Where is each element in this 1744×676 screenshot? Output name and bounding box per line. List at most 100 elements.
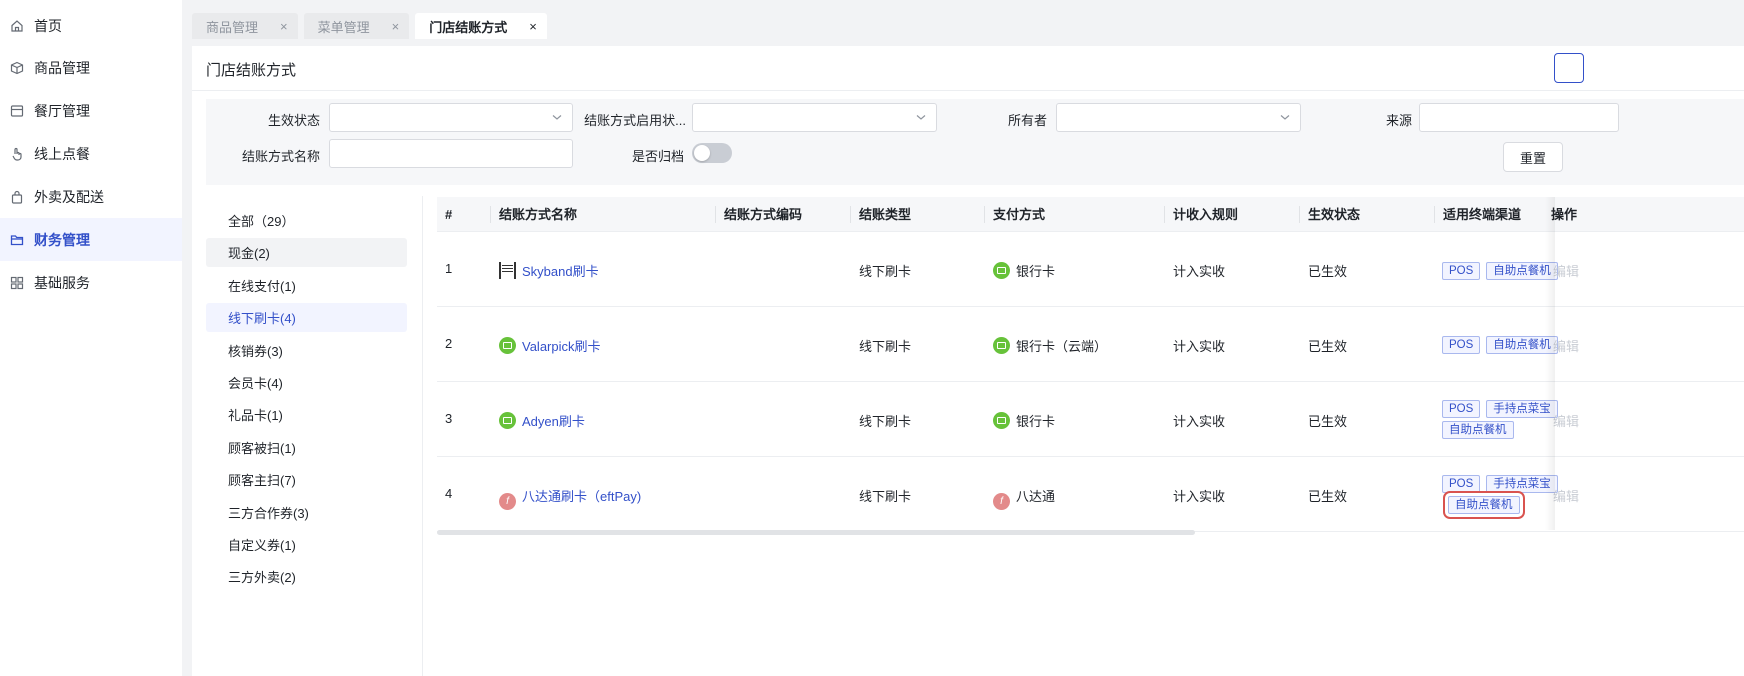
category-item[interactable]: 自定义券(1) bbox=[206, 530, 407, 559]
channel-tag: POS bbox=[1442, 262, 1481, 280]
status-cell: 已生效 bbox=[1308, 414, 1348, 429]
store-icon bbox=[10, 104, 24, 118]
header-action-button[interactable] bbox=[1554, 53, 1584, 83]
owner-label: 所有者 bbox=[1007, 113, 1047, 128]
bank-card-icon bbox=[993, 262, 1010, 279]
payment-label: 银行卡 bbox=[1016, 264, 1056, 279]
bank-card-icon bbox=[499, 337, 516, 354]
octopus-icon: f bbox=[499, 493, 516, 510]
tab-bar: 商品管理 × 菜单管理 × 门店结账方式 × bbox=[192, 13, 547, 39]
box-icon bbox=[10, 61, 24, 75]
channel-tag: 自助点餐机 bbox=[1442, 421, 1514, 439]
category-item[interactable]: 核销券(3) bbox=[206, 336, 407, 365]
sidebar-item-finance[interactable]: 财务管理 bbox=[0, 218, 182, 261]
category-item[interactable]: 线下刷卡(4) bbox=[206, 303, 407, 333]
page-title: 门店结账方式 bbox=[206, 62, 297, 79]
archived-toggle[interactable] bbox=[692, 143, 732, 163]
skyband-icon bbox=[499, 262, 516, 279]
channel-tag: POS bbox=[1442, 475, 1481, 493]
sidebar-item-label: 基础服务 bbox=[34, 274, 90, 291]
category-item[interactable]: 三方合作券(3) bbox=[206, 498, 407, 527]
rule-cell: 计入实收 bbox=[1173, 414, 1226, 429]
name-input[interactable] bbox=[329, 139, 573, 168]
tab-label: 门店结账方式 bbox=[429, 19, 508, 35]
row-number: 2 bbox=[445, 336, 453, 351]
channels-cell: POS 自助点餐机 bbox=[1442, 261, 1562, 282]
bag-icon bbox=[10, 190, 24, 204]
enable-status-select[interactable] bbox=[692, 103, 937, 132]
owner-select[interactable] bbox=[1056, 103, 1301, 132]
bank-card-icon bbox=[499, 412, 516, 429]
edit-link[interactable]: 编辑 bbox=[1553, 486, 1579, 505]
category-item[interactable]: 会员卡(4) bbox=[206, 368, 407, 397]
checkout-method-link[interactable]: Valarpick刷卡 bbox=[522, 339, 601, 354]
type-cell: 线下刷卡 bbox=[859, 339, 912, 354]
sidebar-item-home[interactable]: 首页 bbox=[0, 6, 182, 46]
source-select[interactable] bbox=[1419, 103, 1619, 132]
category-item[interactable]: 在线支付(1) bbox=[206, 271, 407, 300]
category-item[interactable]: 三方外卖(2) bbox=[206, 562, 407, 591]
horizontal-scrollbar[interactable] bbox=[437, 530, 1195, 535]
channel-line: POS 手持点菜宝 bbox=[1442, 474, 1562, 495]
column-separator bbox=[1299, 206, 1300, 223]
checkout-method-link[interactable]: 八达通刷卡（eftPay) bbox=[522, 489, 641, 504]
effective-status-select[interactable] bbox=[329, 103, 573, 132]
reset-button[interactable]: 重置 bbox=[1503, 142, 1563, 172]
column-separator bbox=[1434, 206, 1435, 223]
grid-icon bbox=[10, 276, 24, 290]
status-cell: 已生效 bbox=[1308, 339, 1348, 354]
channels-cell: POS 手持点菜宝 自助点餐机 bbox=[1442, 474, 1562, 534]
rule-cell: 计入实收 bbox=[1173, 489, 1226, 504]
column-header: # bbox=[445, 207, 453, 222]
folder-icon bbox=[10, 233, 24, 247]
octopus-icon: f bbox=[993, 493, 1010, 510]
column-separator bbox=[984, 206, 985, 223]
category-item[interactable]: 现金(2) bbox=[206, 238, 407, 268]
sidebar-item-delivery[interactable]: 外卖及配送 bbox=[0, 175, 182, 218]
tab-label: 商品管理 bbox=[206, 19, 259, 35]
channel-line: POS 自助点餐机 bbox=[1442, 335, 1562, 356]
payment-label: 银行卡 bbox=[1016, 414, 1056, 429]
category-item[interactable]: 顾客主扫(7) bbox=[206, 465, 407, 494]
column-separator bbox=[850, 206, 851, 223]
sidebar-item-online-ordering[interactable]: 线上点餐 bbox=[0, 132, 182, 175]
sidebar-item-basic-services[interactable]: 基础服务 bbox=[0, 261, 182, 304]
bank-card-icon bbox=[993, 337, 1010, 354]
payment-label: 八达通 bbox=[1016, 489, 1056, 504]
checkout-method-link[interactable]: Skyband刷卡 bbox=[522, 264, 599, 279]
sidebar-item-products[interactable]: 商品管理 bbox=[0, 46, 182, 89]
channel-line: 自助点餐机 bbox=[1442, 491, 1562, 519]
category-item[interactable]: 顾客被扫(1) bbox=[206, 433, 407, 462]
column-header: 生效状态 bbox=[1308, 207, 1361, 222]
status-cell: 已生效 bbox=[1308, 264, 1348, 279]
status-cell: 已生效 bbox=[1308, 489, 1348, 504]
tab-menus[interactable]: 菜单管理 × bbox=[303, 13, 410, 39]
toggle-knob bbox=[694, 145, 710, 161]
sidebar-item-restaurants[interactable]: 餐厅管理 bbox=[0, 89, 182, 132]
name-cell: f 八达通刷卡（eftPay) bbox=[499, 486, 641, 510]
close-icon[interactable]: × bbox=[392, 20, 400, 33]
category-item[interactable]: 礼品卡(1) bbox=[206, 400, 407, 429]
edit-link[interactable]: 编辑 bbox=[1553, 411, 1579, 430]
home-icon bbox=[10, 19, 24, 33]
close-icon[interactable]: × bbox=[280, 20, 288, 33]
payment-label: 银行卡（云端） bbox=[1016, 339, 1108, 354]
bank-card-icon bbox=[993, 412, 1010, 429]
column-separator bbox=[1164, 206, 1165, 223]
sidebar-item-label: 商品管理 bbox=[34, 59, 90, 76]
source-label: 来源 bbox=[1385, 113, 1412, 128]
category-list: 全部（29） 现金(2) 在线支付(1) 线下刷卡(4) 核销券(3) 会员卡(… bbox=[206, 206, 407, 595]
close-icon[interactable]: × bbox=[529, 20, 537, 33]
checkout-method-link[interactable]: Adyen刷卡 bbox=[522, 414, 585, 429]
name-cell: Valarpick刷卡 bbox=[499, 336, 601, 355]
tab-products[interactable]: 商品管理 × bbox=[192, 13, 298, 39]
edit-link[interactable]: 编辑 bbox=[1553, 336, 1579, 355]
payment-cell: 银行卡 bbox=[993, 261, 1055, 280]
tab-label: 菜单管理 bbox=[317, 19, 370, 35]
category-item[interactable]: 全部（29） bbox=[206, 206, 407, 235]
row-number: 3 bbox=[445, 411, 453, 426]
tab-store-checkout-methods[interactable]: 门店结账方式 × bbox=[415, 13, 547, 39]
checkout-methods-table: # 结账方式名称 结账方式编码 结账类型 支付方式 计收入规则 生效状态 适用终… bbox=[437, 197, 1744, 535]
edit-link[interactable]: 编辑 bbox=[1553, 261, 1579, 280]
name-label: 结账方式名称 bbox=[241, 149, 320, 164]
